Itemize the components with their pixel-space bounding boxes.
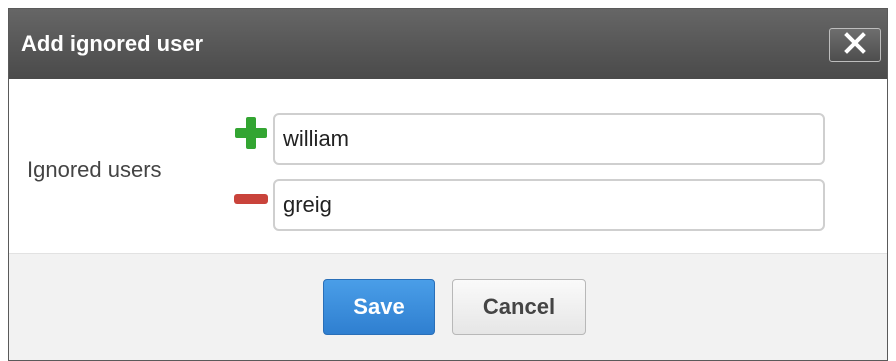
- plus-icon[interactable]: [233, 115, 269, 151]
- ignored-user-input-1[interactable]: [273, 113, 825, 165]
- ignored-user-input-2[interactable]: [273, 179, 825, 231]
- add-ignored-user-dialog: Add ignored user Ignored users Save: [8, 8, 888, 361]
- cancel-button[interactable]: Cancel: [452, 279, 586, 335]
- close-button[interactable]: [829, 28, 881, 62]
- dialog-footer: Save Cancel: [9, 253, 887, 360]
- save-button[interactable]: Save: [323, 279, 435, 335]
- dialog-body: Ignored users: [9, 79, 887, 253]
- dialog-title: Add ignored user: [21, 31, 204, 56]
- dialog-titlebar: Add ignored user: [9, 9, 887, 79]
- minus-icon[interactable]: [233, 181, 269, 217]
- ignored-users-label: Ignored users: [27, 157, 162, 182]
- close-icon: [844, 31, 866, 59]
